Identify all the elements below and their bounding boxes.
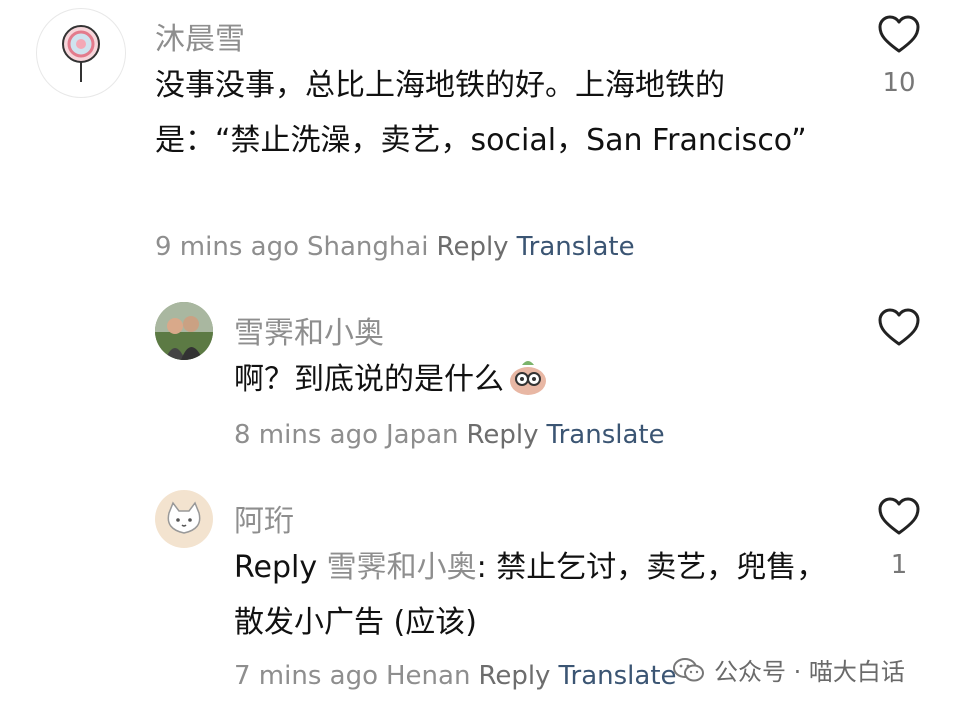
translate-button[interactable]: Translate bbox=[558, 661, 676, 691]
reply-button[interactable]: Reply bbox=[478, 661, 550, 691]
reply-button[interactable]: Reply bbox=[467, 420, 539, 450]
watermark: 公众号 · 喵大白话 bbox=[672, 652, 905, 687]
reply-button[interactable]: Reply bbox=[437, 232, 509, 262]
avatar-3[interactable] bbox=[155, 490, 213, 548]
reply-prefix: Reply bbox=[234, 550, 318, 585]
cat-icon bbox=[167, 501, 201, 534]
comment-location: Henan bbox=[386, 661, 471, 691]
translate-button[interactable]: Translate bbox=[517, 232, 635, 262]
comment-meta: 7 mins ago Henan Reply Translate bbox=[234, 661, 685, 691]
comment-location: Japan bbox=[386, 420, 459, 450]
comment-username[interactable]: 阿珩 bbox=[234, 496, 294, 540]
comment-location: Shanghai bbox=[307, 232, 429, 262]
sticker-icon bbox=[510, 361, 546, 395]
avatar-2[interactable] bbox=[155, 302, 213, 360]
comment-username[interactable]: 沐晨雪 bbox=[155, 14, 245, 58]
comment-meta: 9 mins ago Shanghai Reply Translate bbox=[155, 232, 643, 262]
mention-link[interactable]: 雪霁和小奥 bbox=[327, 550, 477, 585]
lollipop-icon bbox=[62, 25, 100, 82]
heart-icon[interactable] bbox=[877, 14, 921, 54]
comment-time: 8 mins ago bbox=[234, 420, 378, 450]
comment-text: 没事没事，总比上海地铁的好。上海地铁的是：“禁止洗澡，卖艺，social，San… bbox=[155, 68, 807, 158]
wechat-icon bbox=[673, 657, 704, 681]
comment-time: 9 mins ago bbox=[155, 232, 299, 262]
comment-username[interactable]: 雪霁和小奥 bbox=[234, 308, 384, 352]
comment-time: 7 mins ago bbox=[234, 661, 378, 691]
like-count: 1 bbox=[890, 550, 908, 580]
watermark-text: 公众号 · 喵大白话 bbox=[714, 658, 905, 686]
heart-icon[interactable] bbox=[877, 496, 921, 536]
comment-meta: 8 mins ago Japan Reply Translate bbox=[234, 420, 673, 450]
like-count: 10 bbox=[882, 68, 916, 98]
translate-button[interactable]: Translate bbox=[547, 420, 665, 450]
comment-text: Reply 雪霁和小奥: 禁止乞讨，卖艺，兜售，散发小广告 (应该) bbox=[234, 550, 827, 640]
comment-text: 啊？到底说的是什么 bbox=[234, 352, 834, 407]
avatar-1[interactable] bbox=[36, 8, 126, 98]
couple-photo bbox=[155, 302, 213, 360]
heart-icon[interactable] bbox=[877, 307, 921, 347]
